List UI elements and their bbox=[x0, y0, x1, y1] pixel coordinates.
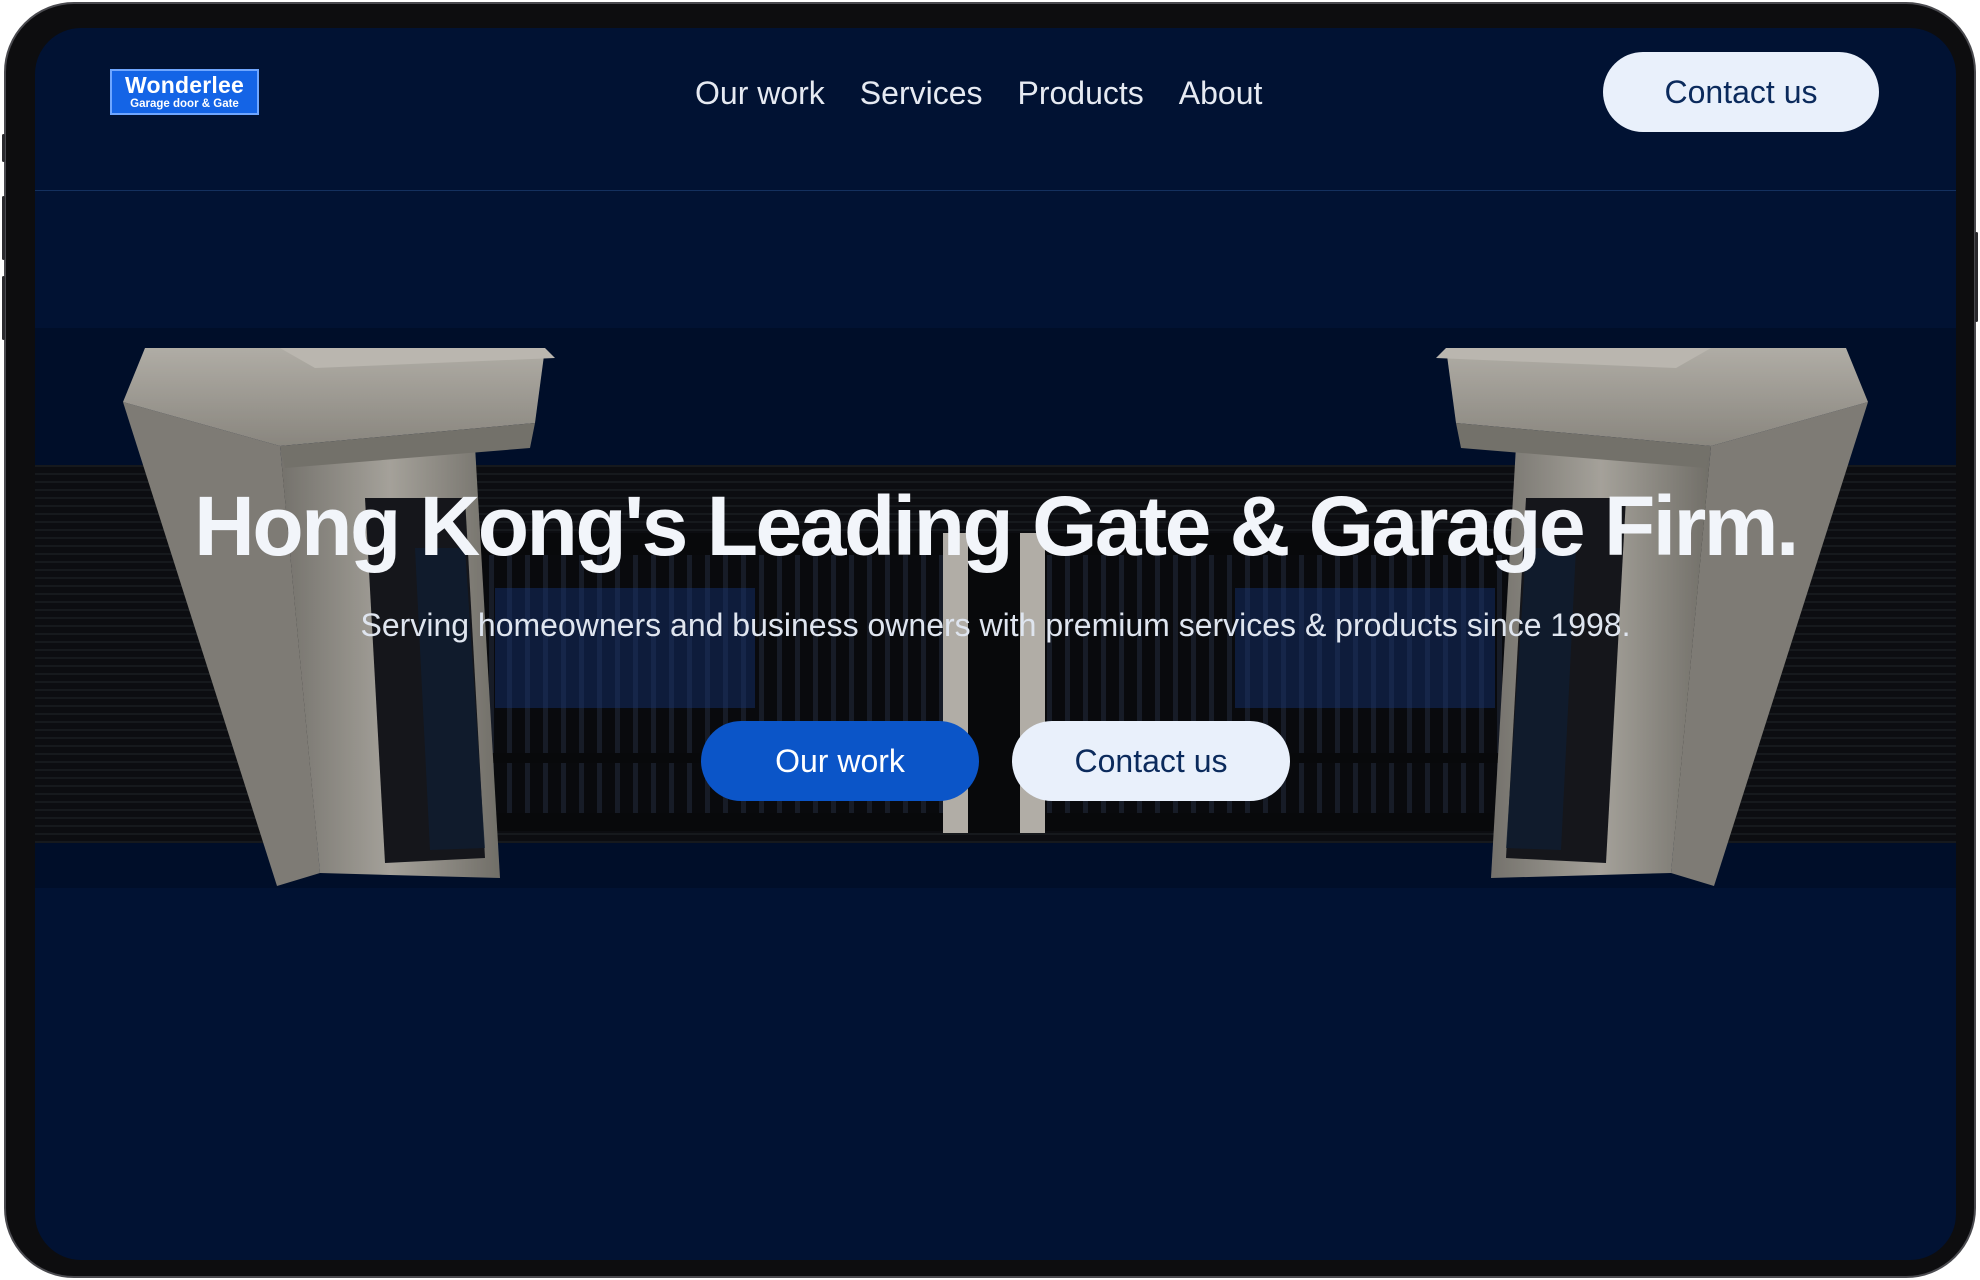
nav-link-about[interactable]: About bbox=[1179, 72, 1263, 114]
hero-subtitle: Serving homeowners and business owners w… bbox=[360, 607, 1631, 643]
power-button bbox=[1975, 232, 1978, 322]
nav-link-our-work[interactable]: Our work bbox=[695, 72, 825, 114]
site-header: Wonderlee Garage door & Gate Our work Se… bbox=[35, 28, 1956, 191]
volume-down-button bbox=[2, 276, 5, 340]
main-nav: Our work Services Products About bbox=[695, 72, 1262, 114]
logo-tagline: Garage door & Gate bbox=[130, 97, 239, 110]
side-button bbox=[2, 134, 5, 162]
browser-viewport: Wonderlee Garage door & Gate Our work Se… bbox=[35, 28, 1956, 1260]
contact-us-button[interactable]: Contact us bbox=[1012, 721, 1290, 801]
hero-title: Hong Kong's Leading Gate & Garage Firm. bbox=[194, 479, 1799, 573]
nav-link-products[interactable]: Products bbox=[1018, 72, 1144, 114]
logo-name: Wonderlee bbox=[125, 71, 244, 98]
volume-up-button bbox=[2, 196, 5, 260]
tablet-frame: Wonderlee Garage door & Gate Our work Se… bbox=[2, 2, 1978, 1278]
nav-link-services[interactable]: Services bbox=[860, 72, 983, 114]
header-contact-button[interactable]: Contact us bbox=[1603, 52, 1879, 132]
our-work-button[interactable]: Our work bbox=[701, 721, 979, 801]
wonderlee-logo[interactable]: Wonderlee Garage door & Gate bbox=[110, 69, 259, 115]
